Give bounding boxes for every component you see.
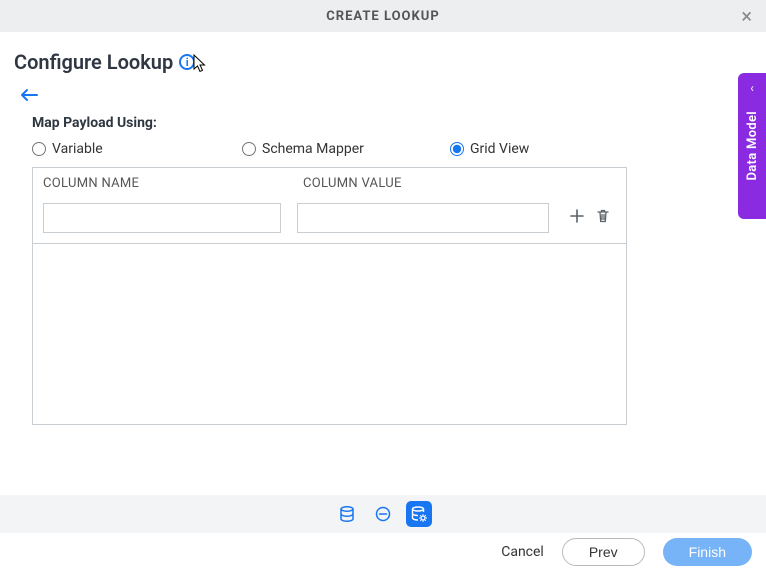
radio-schema-mapper-input[interactable]	[242, 142, 256, 156]
radio-grid-view-input[interactable]	[450, 142, 464, 156]
grid-header-row: COLUMN NAME COLUMN VALUE	[33, 168, 626, 197]
column-value-input[interactable]	[297, 203, 549, 233]
map-payload-label: Map Payload Using:	[32, 115, 752, 131]
side-panel-data-model[interactable]: ‹ Data Model	[738, 73, 766, 219]
close-icon[interactable]: ×	[735, 4, 758, 28]
modal-title: CREATE LOOKUP	[326, 9, 439, 24]
row-actions	[569, 208, 611, 229]
chevron-left-icon: ‹	[750, 81, 754, 95]
radio-grid-view-label: Grid View	[470, 141, 529, 157]
info-icon[interactable]: i	[179, 54, 195, 70]
radio-variable-label: Variable	[52, 141, 103, 157]
radio-option-schema-mapper[interactable]: Schema Mapper	[242, 141, 450, 157]
page-title: Configure Lookup	[14, 50, 173, 74]
grid-container: COLUMN NAME COLUMN VALUE	[32, 167, 627, 425]
cancel-button[interactable]: Cancel	[501, 544, 544, 560]
back-arrow-icon[interactable]	[20, 86, 38, 107]
stepper-bar	[0, 495, 766, 533]
radio-option-grid-view[interactable]: Grid View	[450, 141, 529, 157]
step-database-icon[interactable]	[334, 501, 360, 527]
side-panel-label: Data Model	[745, 111, 760, 180]
column-name-input[interactable]	[43, 203, 281, 233]
radio-schema-mapper-label: Schema Mapper	[262, 141, 364, 157]
footer-actions: Cancel Prev Finish	[0, 533, 766, 572]
modal-header: CREATE LOOKUP ×	[0, 0, 766, 32]
add-row-icon[interactable]	[569, 208, 585, 229]
table-row	[33, 197, 626, 244]
prev-button[interactable]: Prev	[562, 538, 645, 566]
page-heading-row: Configure Lookup i	[14, 50, 752, 74]
column-name-header: COLUMN NAME	[43, 176, 303, 191]
step-filter-icon[interactable]	[370, 501, 396, 527]
content-area: Configure Lookup i Map Payload Using: Va…	[0, 32, 766, 425]
column-value-header: COLUMN VALUE	[303, 176, 402, 191]
grid-empty-body	[33, 244, 626, 424]
step-configure-icon[interactable]	[406, 501, 432, 527]
delete-row-icon[interactable]	[595, 208, 611, 229]
radio-option-variable[interactable]: Variable	[32, 141, 242, 157]
radio-group-map-payload: Variable Schema Mapper Grid View	[32, 141, 752, 157]
radio-variable-input[interactable]	[32, 142, 46, 156]
finish-button[interactable]: Finish	[663, 538, 752, 566]
